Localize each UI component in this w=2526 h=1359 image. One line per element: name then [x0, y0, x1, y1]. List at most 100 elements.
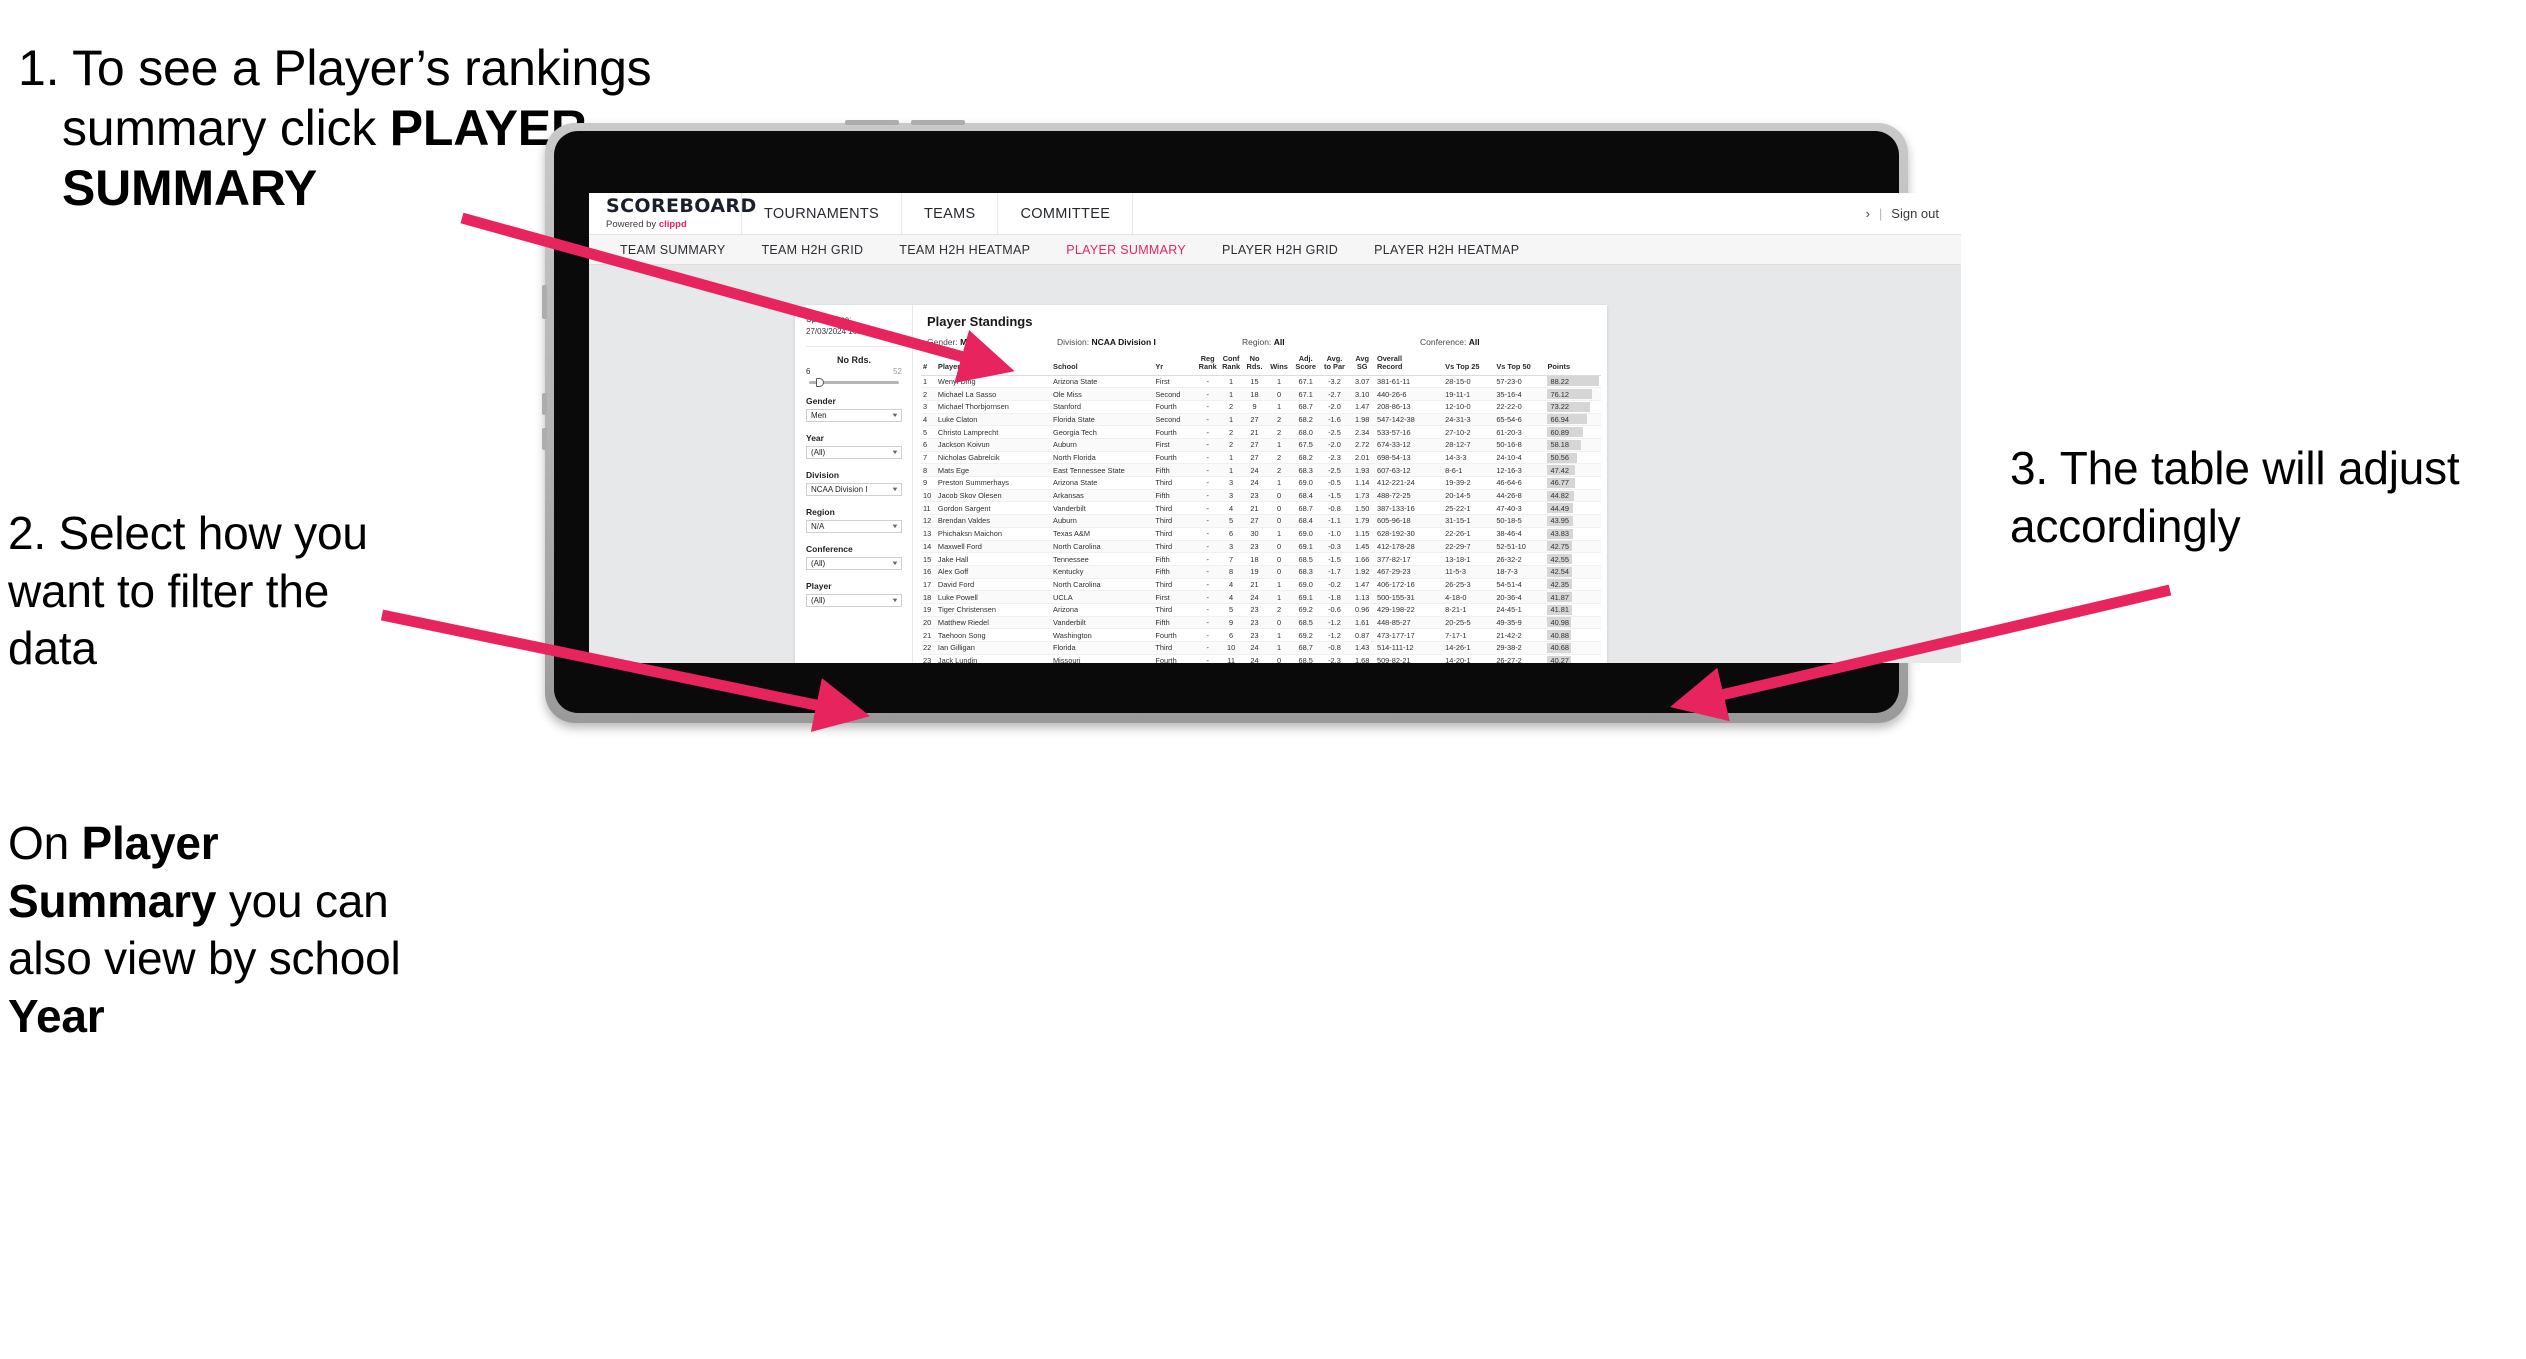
sign-out-link[interactable]: Sign out — [1891, 206, 1939, 221]
filter-division-select[interactable]: NCAA Division I ▼ — [806, 483, 902, 497]
cell-school: Kentucky — [1051, 565, 1154, 579]
table-row[interactable]: 16 Alex Goff Kentucky Fifth -8 19 0 68.3 -1.7 1.9… — [921, 565, 1601, 579]
col-avg-to-par[interactable]: Avg. to Par — [1319, 354, 1350, 376]
filter-player-select[interactable]: (All) ▼ — [806, 594, 902, 608]
cell-player: Mats Ege — [935, 463, 1052, 478]
cell-wins: 1 — [1266, 641, 1292, 655]
col-school[interactable]: School — [1051, 355, 1154, 376]
tab-player-h2h-heatmap[interactable]: PLAYER H2H HEATMAP — [1356, 243, 1537, 257]
topnav-teams[interactable]: TEAMS — [902, 193, 999, 234]
no-rounds-slider-track[interactable] — [809, 378, 899, 388]
cell-player: Jake Hall — [935, 552, 1052, 566]
cell-conf-rank: 10 — [1219, 641, 1243, 655]
cell-points: 76.12 — [1545, 387, 1601, 401]
cell-avg-to-par: -0.8 — [1319, 641, 1350, 655]
cell-player: Jacob Skov Olesen — [935, 489, 1052, 503]
points-value: 43.95 — [1550, 516, 1569, 526]
cell-vs-top-25: 31-15-1 — [1443, 514, 1495, 528]
filter-year-select[interactable]: (All) ▼ — [806, 446, 902, 460]
tab-team-h2h-heatmap[interactable]: TEAM H2H HEATMAP — [881, 243, 1048, 257]
table-row[interactable]: 22 Ian Gilligan Florida Third -10 24 1 68.7 -0.8… — [921, 641, 1601, 655]
filter-gender-select[interactable]: Men ▼ — [806, 409, 902, 423]
table-row[interactable]: 1 Wenyi Ding Arizona State First -1 15 1 67.1 -3… — [921, 375, 1601, 389]
col-vs-top-25[interactable]: Vs Top 25 — [1443, 355, 1495, 376]
points-value: 42.35 — [1550, 579, 1569, 589]
points-bar-cell: 43.83 — [1547, 528, 1599, 539]
table-row[interactable]: 5 Christo Lamprecht Georgia Tech Fourth -2 21… — [921, 425, 1601, 439]
table-row[interactable]: 20 Matthew Riedel Vanderbilt Fifth -9 23 0 68.5… — [921, 616, 1601, 630]
table-row[interactable]: 13 Phichaksn Maichon Texas A&M Third -6 30 1 69… — [921, 527, 1601, 541]
table-row[interactable]: 11 Gordon Sargent Vanderbilt Third -4 21 0 68.7… — [921, 501, 1601, 516]
tab-player-h2h-grid[interactable]: PLAYER H2H GRID — [1204, 243, 1356, 257]
filter-region-select[interactable]: N/A ▼ — [806, 520, 902, 534]
cell-points: 50.56 — [1545, 451, 1601, 465]
cell-wins: 1 — [1266, 578, 1292, 592]
col-avg-sg[interactable]: Avg SG — [1349, 354, 1375, 376]
tab-player-summary[interactable]: PLAYER SUMMARY — [1048, 243, 1204, 257]
cell-avg-to-par: -0.2 — [1319, 578, 1350, 592]
filter-division-value: NCAA Division I — [811, 485, 868, 495]
cell-overall-record: 429-198-22 — [1374, 603, 1444, 617]
table-row[interactable]: 7 Nicholas Gabrelcik North Florida Fourth -1… — [921, 451, 1601, 465]
cell-avg-sg: 1.14 — [1349, 476, 1375, 490]
summary-conference: Conference: All — [1420, 337, 1480, 347]
cell-points: 58.18 — [1545, 438, 1601, 452]
table-row[interactable]: 10 Jacob Skov Olesen Arkansas Fifth -3 23 0 68.… — [921, 489, 1601, 503]
table-row[interactable]: 9 Preston Summerhays Arizona State Third -3 2… — [921, 476, 1601, 490]
table-row[interactable]: 12 Brendan Valdes Auburn Third -5 27 0 68.4 -1.1… — [921, 514, 1601, 528]
col-no-rds[interactable]: No Rds. — [1242, 354, 1267, 376]
col-player[interactable]: Player — [935, 355, 1052, 376]
cell-adj-score: 67.1 — [1291, 375, 1320, 389]
cell-points: 60.89 — [1545, 425, 1601, 439]
topnav-tournaments[interactable]: TOURNAMENTS — [742, 193, 903, 234]
table-row[interactable]: 18 Luke Powell UCLA First -4 24 1 69.1 -1.8 1.13 5… — [921, 590, 1601, 604]
cell-school: Georgia Tech — [1051, 425, 1154, 439]
points-value: 41.87 — [1550, 592, 1569, 602]
cell-no-rds: 21 — [1242, 425, 1267, 439]
cell-adj-score: 68.3 — [1291, 565, 1320, 579]
tab-team-h2h-grid[interactable]: TEAM H2H GRID — [743, 243, 881, 257]
table-row[interactable]: 19 Tiger Christensen Arizona Third -5 23 2 69.2… — [921, 603, 1601, 617]
table-row[interactable]: 15 Jake Hall Tennessee Fifth -7 18 0 68.5 -1.5 1.… — [921, 552, 1601, 566]
cell-vs-top-50: 50-16-8 — [1494, 438, 1546, 452]
table-body-wrap[interactable]: 1 Wenyi Ding Arizona State First -1 15 1 67.1 -3… — [913, 375, 1607, 663]
table-row[interactable]: 6 Jackson Koivun Auburn First -2 27 1 67.5 -2.0 2… — [921, 438, 1601, 452]
table-row[interactable]: 17 David Ford North Carolina Third -4 21 1 69.0… — [921, 578, 1601, 592]
cell-no-rds: 23 — [1242, 603, 1267, 617]
table-row[interactable]: 8 Mats Ege East Tennessee State Fifth -1 24 2 6… — [921, 463, 1601, 478]
cell-school: North Florida — [1051, 451, 1154, 465]
table-row[interactable]: 4 Luke Claton Florida State Second -1 27 2 68.2… — [921, 413, 1601, 427]
table-row[interactable]: 21 Taehoon Song Washington Fourth -6 23 1 69.2-… — [921, 628, 1601, 642]
filter-region-label: Region — [806, 507, 835, 518]
col-conf-rank[interactable]: Conf Rank — [1219, 354, 1243, 376]
table-row[interactable]: 23 Jack Lundin Missouri Fourth -11 24 0 68.5 -2.… — [921, 654, 1601, 663]
cell-vs-top-25: 19-11-1 — [1443, 387, 1495, 401]
filter-conference-select[interactable]: (All) ▼ — [806, 557, 902, 571]
col-yr[interactable]: Yr — [1153, 355, 1196, 376]
no-rounds-slider-handle[interactable] — [816, 378, 825, 388]
cell-: 18 — [921, 590, 936, 604]
table-row[interactable]: 2 Michael La Sasso Ole Miss Second -1 18 0 67.1… — [921, 387, 1601, 401]
col-overall-record[interactable]: Overall Record — [1374, 354, 1444, 376]
col-adj-score[interactable]: Adj. Score — [1291, 354, 1320, 376]
cell-: 23 — [921, 654, 936, 663]
cell-reg-rank: - — [1195, 590, 1220, 604]
table-row[interactable]: 14 Maxwell Ford North Carolina Third -3 23 0 69… — [921, 540, 1601, 554]
col-wins[interactable]: Wins — [1266, 355, 1292, 376]
cell-overall-record: 605-96-18 — [1374, 514, 1444, 528]
summary-gender-value: Men — [960, 337, 978, 347]
cell-reg-rank: - — [1195, 463, 1220, 478]
cell-avg-to-par: -1.6 — [1319, 413, 1350, 427]
col-points[interactable]: Points — [1545, 355, 1601, 376]
topnav-committee[interactable]: COMMITTEE — [998, 193, 1134, 234]
col-vs-top-50[interactable]: Vs Top 50 — [1494, 355, 1546, 376]
cell-adj-score: 69.2 — [1291, 603, 1320, 617]
brand-logo[interactable]: SCOREBOARD Powered by clippd — [589, 193, 756, 234]
tab-team-summary[interactable]: TEAM SUMMARY — [602, 243, 743, 257]
cell-points: 43.95 — [1545, 514, 1601, 528]
col-reg-rank[interactable]: Reg Rank — [1195, 354, 1220, 376]
table-row[interactable]: 3 Michael Thorbjornsen Stanford Fourth -2 9 1 6… — [921, 400, 1601, 414]
col-rank[interactable]: # — [921, 355, 936, 376]
chevron-right-icon[interactable]: › — [1866, 206, 1870, 221]
cell-points: 42.54 — [1545, 565, 1601, 579]
